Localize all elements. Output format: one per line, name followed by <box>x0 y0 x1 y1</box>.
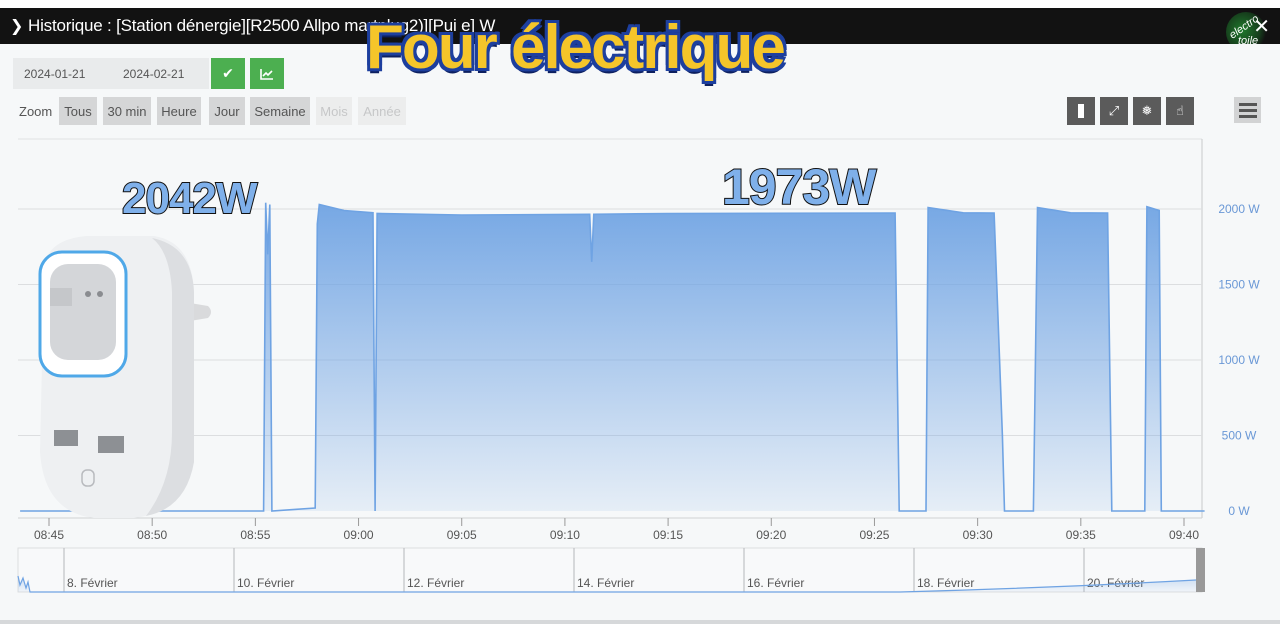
zoom-button-heure[interactable]: Heure <box>157 97 201 125</box>
x-tick-label: 08:45 <box>34 528 64 542</box>
zoom-label: Zoom <box>19 104 53 119</box>
date-from[interactable]: 2024-01-21 <box>24 67 85 81</box>
zoom-button-tous[interactable]: Tous <box>59 97 97 125</box>
chart-menu-button[interactable] <box>1234 97 1261 123</box>
hamburger-line <box>1238 108 1257 112</box>
zoom-button-semaine[interactable]: Semaine <box>250 97 310 125</box>
smart-plug-image <box>38 236 211 518</box>
navigator-handle[interactable] <box>1196 548 1205 592</box>
zoom-button-année[interactable]: Année <box>358 97 406 125</box>
zoom-button-jour[interactable]: Jour <box>209 97 245 125</box>
top-margin <box>0 0 1280 8</box>
headline-overlay: Four électrique <box>365 12 788 84</box>
x-tick-label: 08:55 <box>240 528 270 542</box>
navigator-label: 14. Février <box>577 576 634 590</box>
navigator-label: 12. Février <box>407 576 464 590</box>
x-tick-label: 09:40 <box>1169 528 1199 542</box>
x-tick-label: 09:25 <box>859 528 889 542</box>
zoom-button-30-min[interactable]: 30 min <box>103 97 151 125</box>
x-tick-label: 09:30 <box>963 528 993 542</box>
x-tick-label: 09:20 <box>756 528 786 542</box>
date-to[interactable]: 2024-02-21 <box>123 67 184 81</box>
snowflake-button[interactable]: ❅ <box>1133 97 1161 125</box>
ruler-icon <box>1078 104 1084 118</box>
close-icon[interactable]: ✕ <box>1253 14 1270 39</box>
y-tick-label: 0 W <box>1228 504 1250 518</box>
y-tick-label: 1000 W <box>1218 353 1260 367</box>
zoom-button-mois[interactable]: Mois <box>316 97 352 125</box>
hand-pointer-icon: ☝ <box>1176 103 1184 118</box>
compare-chart-button[interactable] <box>250 58 284 89</box>
validate-button[interactable]: ✔ <box>211 58 245 89</box>
x-tick-label: 09:05 <box>447 528 477 542</box>
ruler-button[interactable] <box>1067 97 1095 125</box>
pointer-button[interactable]: ☝ <box>1166 97 1194 125</box>
y-tick-label: 500 W <box>1222 429 1257 443</box>
compress-icon: ⤢ <box>1108 103 1120 118</box>
snowflake-icon: ❅ <box>1141 103 1153 118</box>
x-tick-label: 09:10 <box>550 528 580 542</box>
x-tick-label: 09:00 <box>344 528 374 542</box>
navigator-label: 18. Février <box>917 576 974 590</box>
y-tick-label: 2000 W <box>1218 202 1260 216</box>
peak-power-label: 2042W <box>121 173 258 224</box>
bottom-border <box>0 620 1280 624</box>
hamburger-icon <box>1238 102 1257 106</box>
x-tick-label: 09:15 <box>653 528 683 542</box>
navigator-label: 8. Février <box>67 576 118 590</box>
navigator-label: 16. Février <box>747 576 804 590</box>
hamburger-line <box>1238 114 1257 118</box>
x-tick-label: 08:50 <box>137 528 167 542</box>
date-range-input[interactable]: 2024-01-21 2024-02-21 <box>13 58 209 89</box>
compress-button[interactable]: ⤢ <box>1100 97 1128 125</box>
check-icon: ✔ <box>222 65 234 81</box>
steady-power-label: 1973W <box>721 158 877 216</box>
y-tick-label: 1500 W <box>1218 278 1260 292</box>
x-tick-label: 09:35 <box>1066 528 1096 542</box>
line-chart-icon <box>260 68 273 80</box>
chevron-right-icon[interactable]: ❯ <box>10 16 23 36</box>
navigator-label: 10. Février <box>237 576 294 590</box>
